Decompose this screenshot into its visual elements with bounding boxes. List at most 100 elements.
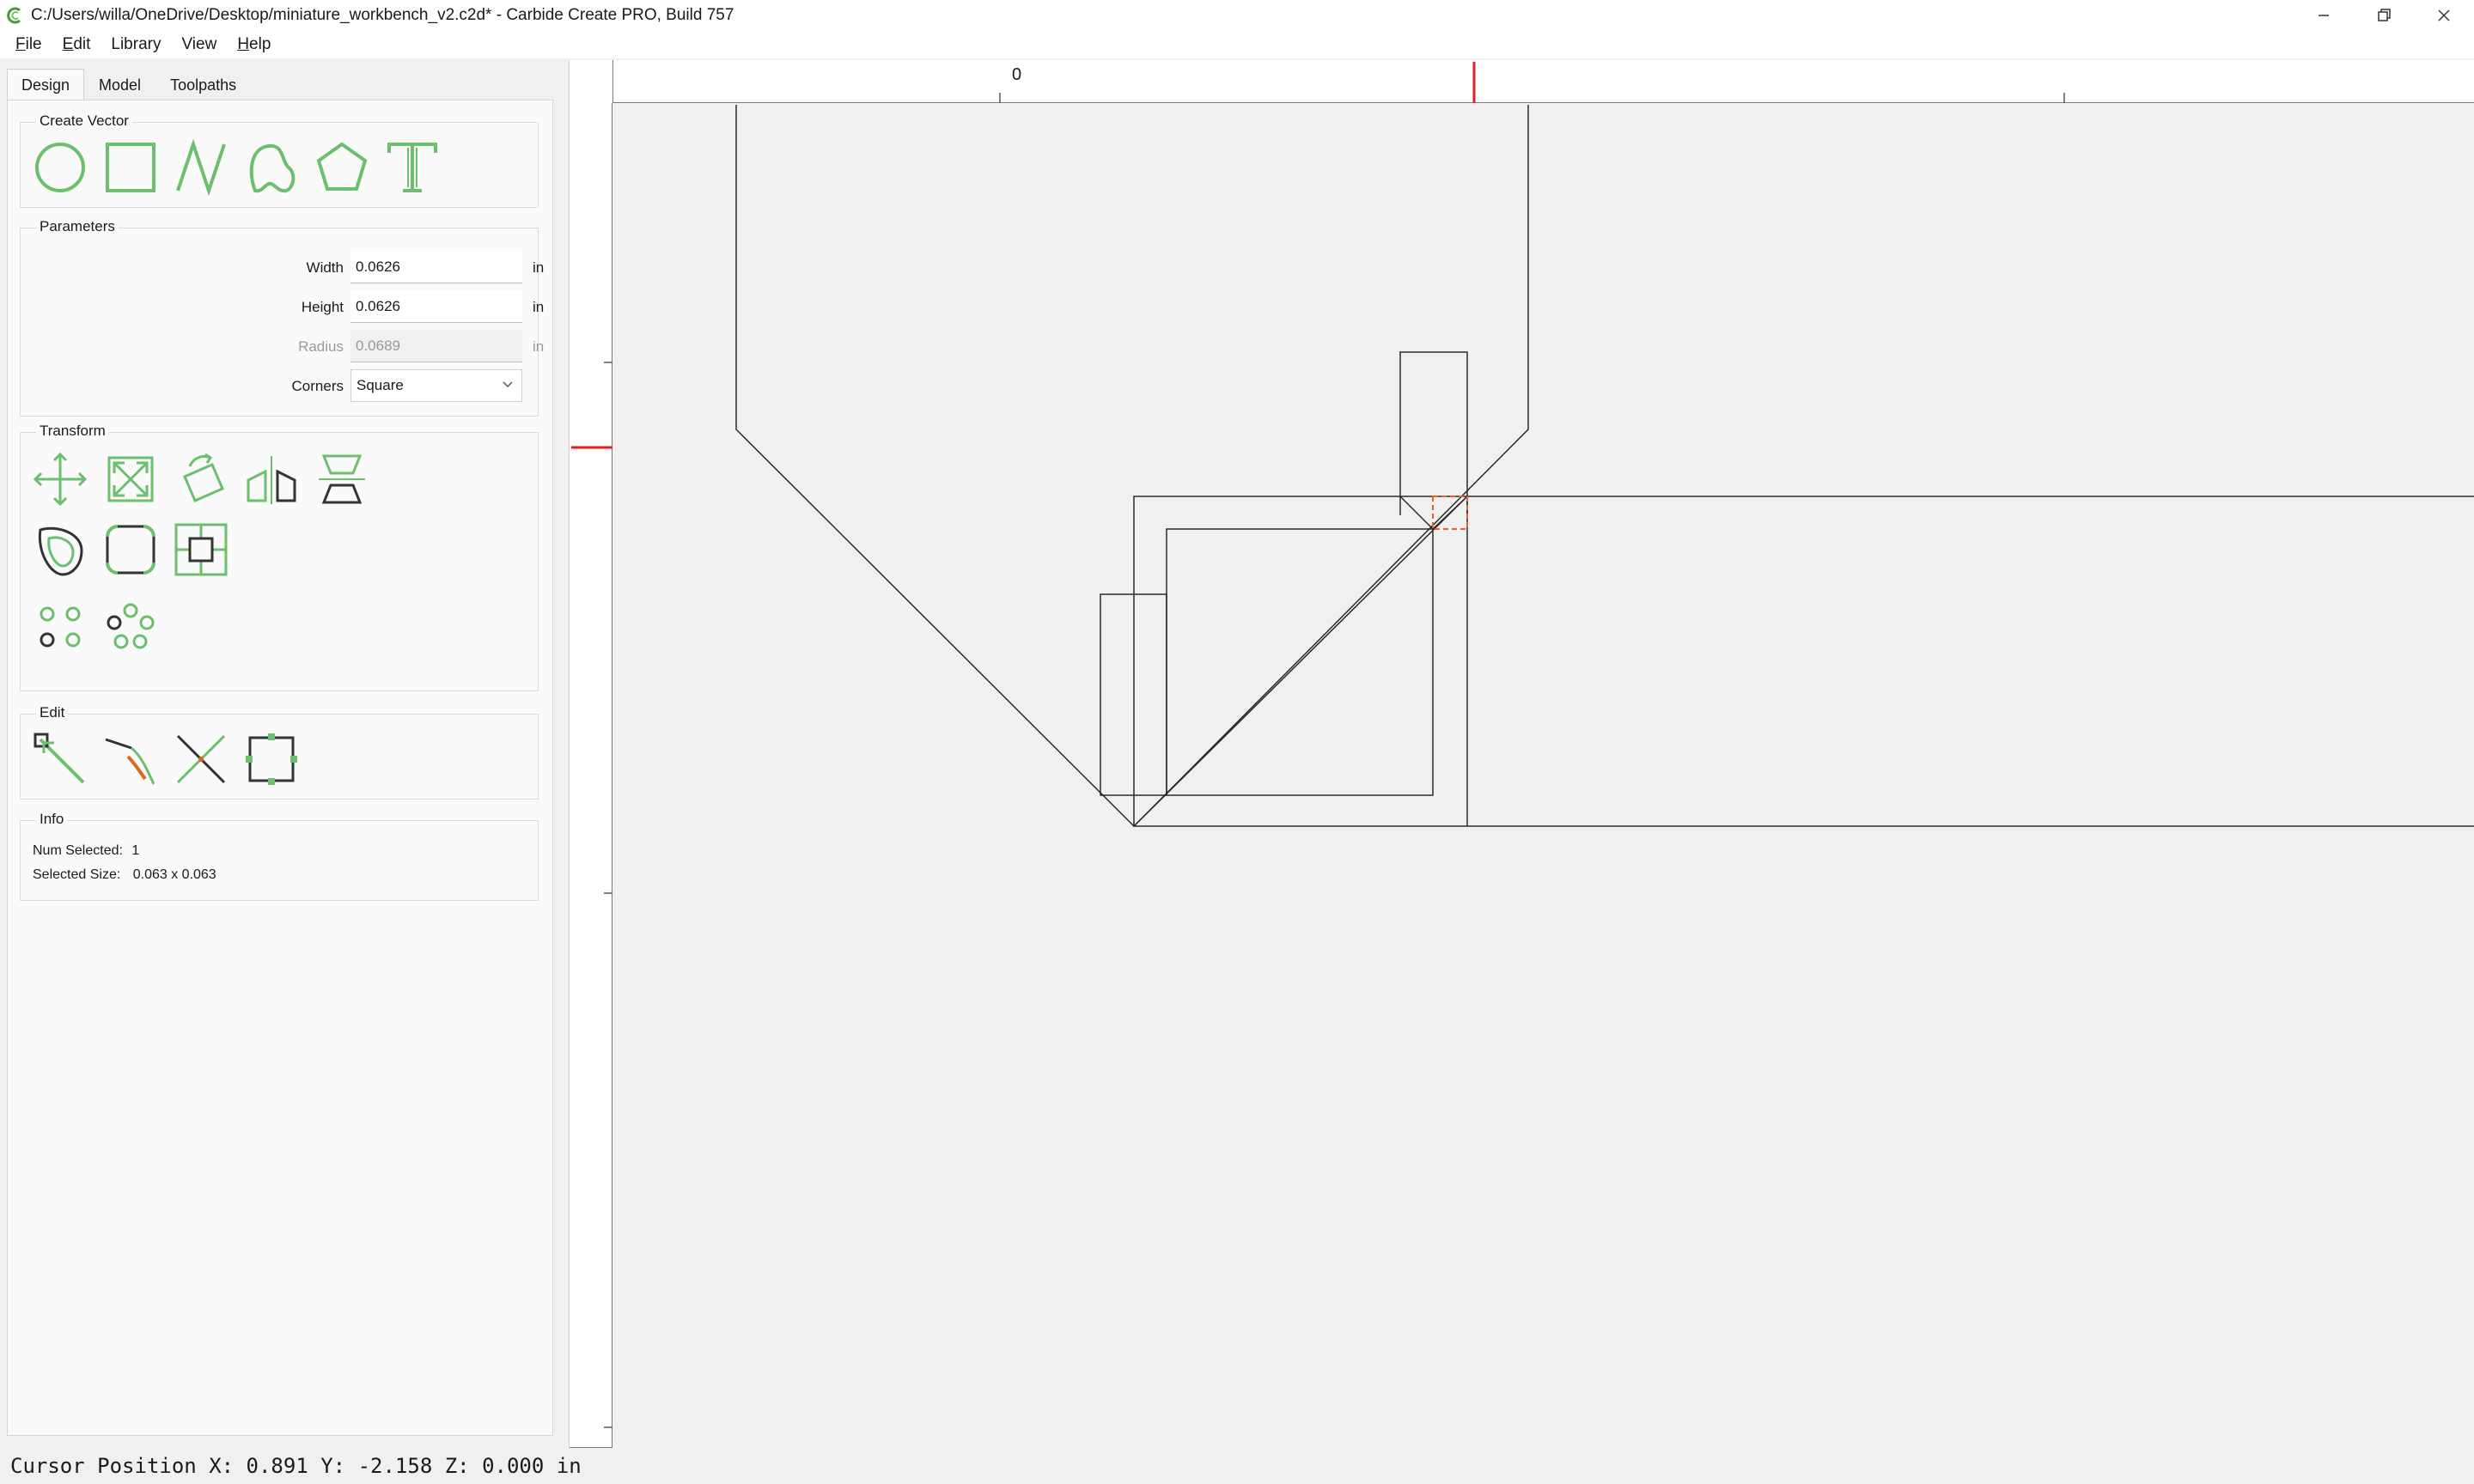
circle-icon	[35, 143, 85, 192]
tab-design[interactable]: Design	[7, 69, 85, 100]
create-text-button[interactable]	[381, 137, 443, 198]
create-polygon-button[interactable]	[311, 137, 373, 198]
move-icon	[33, 452, 88, 507]
menu-library[interactable]: Library	[101, 31, 171, 58]
edit-group: Edit	[20, 704, 539, 800]
mirror-button[interactable]	[241, 448, 302, 510]
tab-model[interactable]: Model	[84, 69, 155, 100]
minimize-icon	[2319, 15, 2329, 16]
design-canvas[interactable]: 0 -1	[569, 60, 2474, 1472]
selected-size-row: Selected Size: 0.063 x 0.063	[33, 867, 216, 883]
tool-bit-outline[interactable]	[1399, 351, 1468, 515]
diagonal-line[interactable]	[1133, 496, 1468, 827]
polygon-icon	[316, 142, 368, 191]
drawing-area[interactable]	[570, 60, 2474, 1448]
width-unit: in	[533, 259, 545, 276]
num-selected-label: Num Selected:	[33, 843, 123, 858]
fillet-button[interactable]	[100, 519, 161, 581]
offset-icon	[38, 526, 83, 576]
text-icon	[387, 143, 437, 192]
move-button[interactable]	[29, 448, 91, 510]
trim-button[interactable]	[100, 728, 161, 790]
corners-value: Square	[356, 377, 404, 393]
rectangle-icon	[106, 143, 155, 192]
transform-title: Transform	[36, 423, 109, 440]
selected-size-value: 0.063 x 0.063	[132, 867, 216, 882]
design-tab-body: Create Vector Parameters Width 0.0626 in…	[7, 100, 553, 1436]
left-panel: Design Model Toolpaths Create Vector Par…	[7, 60, 553, 1436]
menu-view[interactable]: View	[171, 31, 227, 58]
radius-unit: in	[533, 338, 545, 355]
restore-icon	[2378, 9, 2391, 21]
bounding-box-icon	[246, 733, 297, 785]
align-icon	[174, 523, 228, 576]
circular-array-icon	[107, 603, 155, 649]
polyline-icon	[176, 139, 226, 196]
rotate-icon	[183, 453, 224, 502]
menu-file-label: ile	[25, 35, 42, 53]
create-circle-button[interactable]	[29, 137, 91, 198]
panel-tabs: Design Model Toolpaths	[7, 69, 251, 100]
create-rectangle-button[interactable]	[100, 137, 161, 198]
menu-file-accel: F	[15, 35, 26, 53]
chevron-down-icon	[503, 381, 513, 388]
edit-title: Edit	[36, 704, 69, 721]
transform-group: Transform	[20, 423, 539, 691]
corners-select[interactable]: Square	[350, 369, 522, 402]
align-button[interactable]	[170, 519, 232, 581]
create-curve-button[interactable]	[241, 137, 302, 198]
info-group: Info Num Selected: 1 Selected Size: 0.06…	[20, 811, 539, 901]
num-selected-row: Num Selected: 1	[33, 843, 139, 859]
menu-edit[interactable]: Edit	[52, 31, 101, 58]
close-button[interactable]	[2414, 0, 2474, 31]
scale-button[interactable]	[100, 448, 161, 510]
radius-input	[350, 330, 522, 362]
info-title: Info	[36, 811, 68, 828]
height-unit: in	[533, 299, 545, 315]
grid-array-button[interactable]	[29, 596, 91, 658]
grid-array-icon	[40, 606, 81, 648]
height-input[interactable]	[350, 290, 522, 323]
window-controls	[2294, 0, 2474, 31]
menu-edit-accel: E	[62, 35, 74, 53]
close-icon	[2438, 9, 2450, 21]
create-vector-title: Create Vector	[36, 113, 132, 130]
offset-button[interactable]	[29, 519, 91, 581]
fillet-icon	[106, 525, 155, 575]
join-button[interactable]	[170, 728, 232, 790]
corners-label: Corners	[291, 378, 344, 394]
tab-toolpaths[interactable]: Toolpaths	[155, 69, 251, 100]
flip-button[interactable]	[311, 448, 373, 510]
width-label: Width	[306, 259, 344, 276]
workbench-top-outline[interactable]	[1133, 496, 2474, 827]
ruler-ticks	[604, 93, 2065, 1428]
minimize-button[interactable]	[2294, 0, 2354, 31]
menu-help[interactable]: Help	[227, 31, 281, 58]
curve-icon	[249, 143, 296, 193]
menu-bar: File Edit Library View Help	[0, 31, 2474, 58]
menu-help-label: elp	[249, 35, 271, 53]
menu-edit-label: dit	[73, 35, 91, 53]
trim-icon	[105, 738, 155, 785]
width-input[interactable]	[350, 251, 522, 283]
create-polyline-button[interactable]	[170, 137, 232, 198]
bounding-box-button[interactable]	[241, 728, 302, 790]
rotate-button[interactable]	[170, 448, 232, 510]
flip-icon	[319, 454, 365, 504]
node-edit-button[interactable]	[29, 728, 91, 790]
selected-size-label: Selected Size:	[33, 867, 121, 882]
menu-help-accel: H	[237, 35, 250, 53]
design-vectors[interactable]	[735, 105, 2474, 828]
join-icon	[176, 734, 226, 784]
parameters-group: Parameters Width in Height in Radius in …	[20, 218, 544, 417]
mirror-icon	[247, 456, 296, 504]
vise-jaw-outline[interactable]	[735, 105, 1529, 828]
create-vector-group: Create Vector	[20, 113, 539, 208]
title-bar: C:/Users/willa/OneDrive/Desktop/miniatur…	[0, 0, 2474, 31]
menu-file[interactable]: File	[5, 31, 52, 58]
radius-label: Radius	[298, 338, 344, 355]
carbide-logo-icon	[7, 7, 21, 24]
circular-array-button[interactable]	[100, 596, 161, 658]
num-selected-value: 1	[131, 843, 140, 858]
restore-button[interactable]	[2354, 0, 2414, 31]
